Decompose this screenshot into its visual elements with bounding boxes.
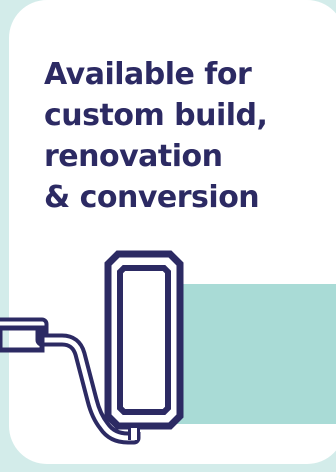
- headline-line-4: & conversion: [44, 180, 260, 215]
- paint-swatch: [158, 284, 336, 424]
- paint-roller-illustration: [0, 250, 336, 445]
- headline-line-2: custom build,: [44, 98, 268, 133]
- headline-line-1: Available for: [44, 57, 252, 92]
- headline-line-3: renovation: [44, 139, 223, 174]
- headline: Available for custom build, renovation &…: [44, 54, 324, 218]
